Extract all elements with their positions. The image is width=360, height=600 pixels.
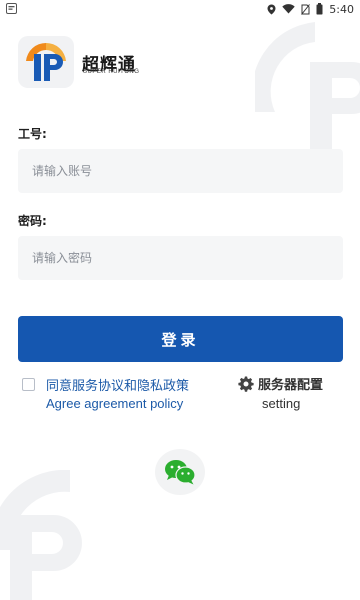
server-config-label-en[interactable]: setting [262, 396, 300, 411]
watermark-logo-bottom [0, 470, 82, 600]
wechat-login-button[interactable] [155, 449, 205, 495]
server-config-label: 服务器配置 [258, 378, 324, 393]
app-logo [18, 36, 74, 88]
login-button[interactable]: 登录 [18, 316, 343, 362]
notification-icon [6, 3, 17, 14]
wifi-icon [282, 4, 295, 14]
status-bar: 5:40 [0, 0, 360, 18]
account-input[interactable] [18, 149, 343, 193]
brand-name-en: SUPER HUITONG [83, 69, 140, 75]
agreement-checkbox[interactable] [22, 378, 35, 391]
agreement-link-en[interactable]: Agree agreement policy [46, 396, 183, 411]
logo-icon [26, 42, 66, 81]
gear-icon [238, 376, 254, 392]
wechat-icon [165, 460, 196, 485]
agreement-link-cn[interactable]: 同意服务协议和隐私政策 [46, 375, 189, 394]
account-label: 工号: [18, 127, 47, 141]
server-config-button[interactable]: 服务器配置 [238, 374, 323, 393]
status-time: 5:40 [329, 2, 354, 16]
battery-icon [316, 3, 323, 15]
location-icon [267, 4, 276, 14]
password-input[interactable] [18, 236, 343, 280]
no-sim-icon [301, 3, 311, 15]
status-icons: 5:40 [267, 0, 354, 18]
password-label: 密码: [18, 214, 47, 228]
